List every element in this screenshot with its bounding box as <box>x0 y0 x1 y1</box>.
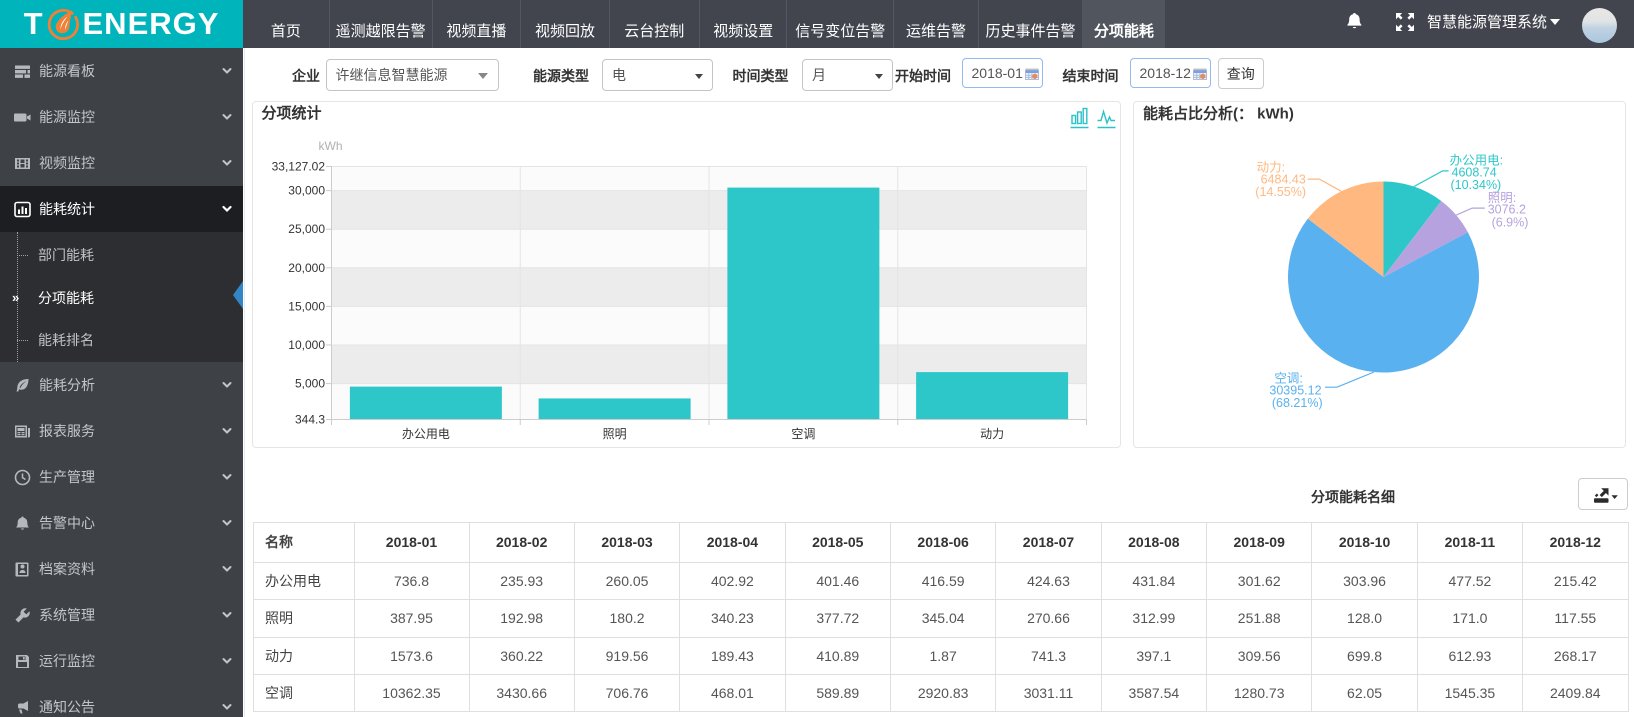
svg-text:(14.55%): (14.55%) <box>1255 185 1306 199</box>
svg-text:30,000: 30,000 <box>288 183 325 197</box>
svg-text:分项统计: 分项统计 <box>261 104 321 122</box>
svg-text:20,000: 20,000 <box>288 260 325 274</box>
svg-text:25,000: 25,000 <box>288 222 325 236</box>
svg-text:(68.21%): (68.21%) <box>1272 396 1323 410</box>
svg-text:空调: 空调 <box>791 427 815 441</box>
svg-text:344.3: 344.3 <box>294 412 324 426</box>
svg-text:(6.9%): (6.9%) <box>1492 215 1529 229</box>
svg-text:15,000: 15,000 <box>288 299 325 313</box>
svg-text:照明: 照明 <box>602 427 626 441</box>
svg-text:5,000: 5,000 <box>294 376 324 390</box>
svg-text:10,000: 10,000 <box>288 338 325 352</box>
svg-text:办公用电: 办公用电 <box>401 426 449 441</box>
svg-text:kWh: kWh <box>318 139 342 153</box>
svg-text:能耗占比分析(： kWh): 能耗占比分析(： kWh) <box>1143 104 1294 122</box>
svg-text:33,127.02: 33,127.02 <box>271 159 325 173</box>
svg-text:动力: 动力 <box>980 427 1004 441</box>
